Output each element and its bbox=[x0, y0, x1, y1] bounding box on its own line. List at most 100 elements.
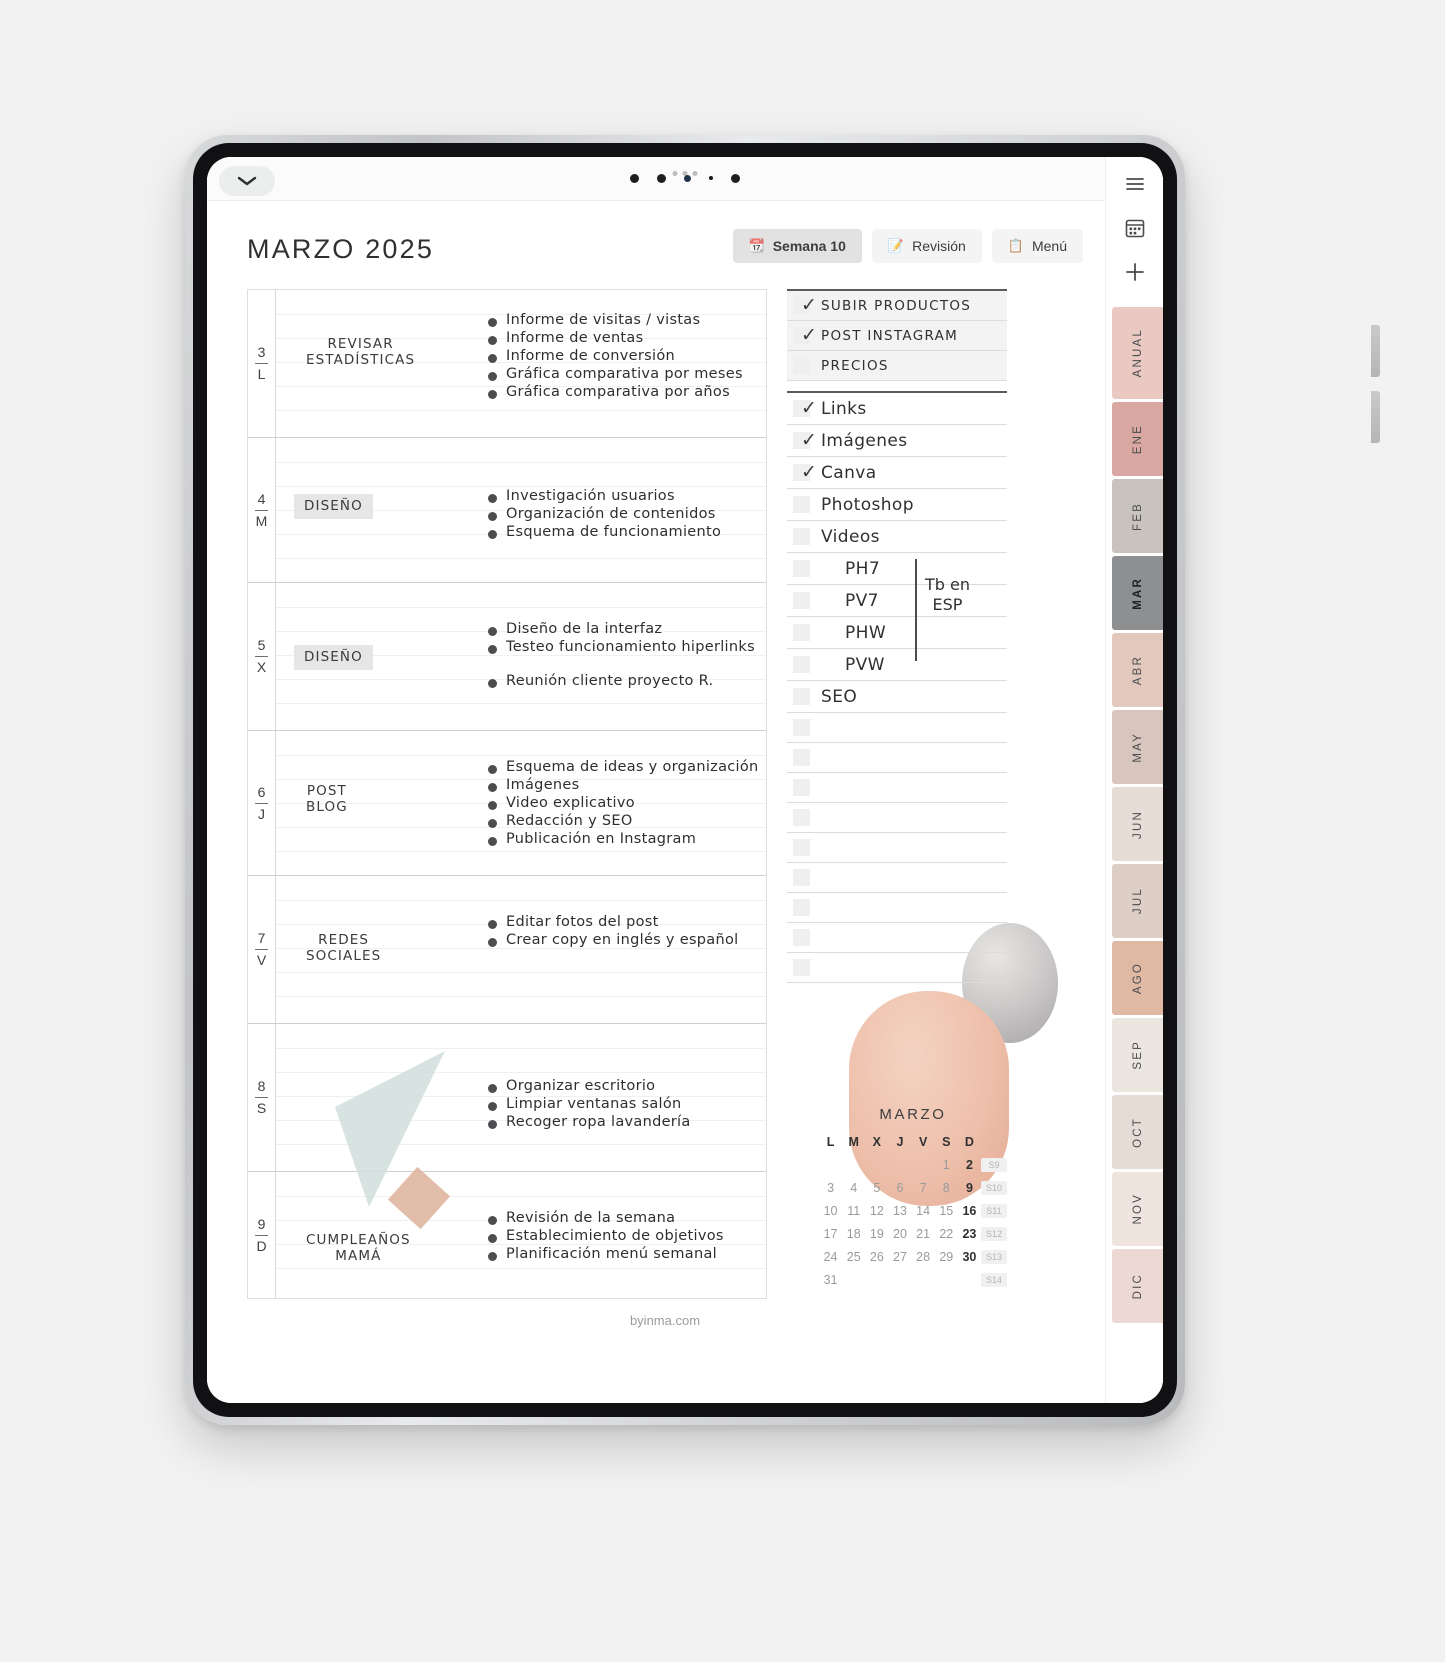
calendar-day-cell[interactable]: 21 bbox=[912, 1227, 935, 1241]
checklist-item[interactable] bbox=[787, 863, 1007, 893]
calendar-day-cell[interactable]: 25 bbox=[842, 1250, 865, 1264]
checkbox-unchecked[interactable] bbox=[793, 528, 810, 545]
month-tab-nov[interactable]: NOV bbox=[1112, 1172, 1163, 1246]
checklist-item[interactable]: ✓ Imágenes bbox=[787, 425, 1007, 457]
checklist-item[interactable] bbox=[787, 713, 1007, 743]
month-tab-feb[interactable]: FEB bbox=[1112, 479, 1163, 553]
task-item[interactable]: Informe de conversión bbox=[488, 348, 743, 364]
checklist-item[interactable]: ✓ Links bbox=[787, 393, 1007, 425]
checklist-item[interactable]: Photoshop bbox=[787, 489, 1007, 521]
calendar-week-number[interactable]: S10 bbox=[980, 1181, 1007, 1195]
calendar-day-cell[interactable]: 17 bbox=[819, 1227, 842, 1241]
task-item[interactable]: Investigación usuarios bbox=[488, 488, 721, 504]
checkbox-checked[interactable]: ✓ bbox=[793, 397, 817, 419]
tab-menu[interactable]: 📋 Menú bbox=[991, 229, 1083, 263]
planner-day-row[interactable]: 6 J POST BLOG Esquema de ideas y organizació… bbox=[248, 731, 766, 876]
planner-day-row[interactable]: 8 S Organizar escritorio Limpiar ventanas s… bbox=[248, 1024, 766, 1172]
calendar-week-number[interactable]: S14 bbox=[980, 1273, 1007, 1287]
planner-day-body[interactable]: CUMPLEAÑOS MAMÁ Revisión de la semana Estab… bbox=[276, 1172, 766, 1298]
volume-down-button[interactable] bbox=[1371, 391, 1380, 443]
checkbox-unchecked[interactable] bbox=[793, 560, 810, 577]
checklist-item[interactable]: PHW bbox=[787, 617, 1007, 649]
task-item[interactable]: Organizar escritorio bbox=[488, 1078, 691, 1094]
task-item[interactable]: Establecimiento de objetivos bbox=[488, 1228, 724, 1244]
tab-revision[interactable]: 📝 Revisión bbox=[871, 229, 982, 263]
checkbox-checked[interactable]: ✓ bbox=[793, 294, 817, 316]
checklist-item[interactable] bbox=[787, 953, 1007, 983]
task-item[interactable]: Esquema de funcionamiento bbox=[488, 524, 721, 540]
task-item[interactable]: Testeo funcionamiento hiperlinks bbox=[488, 639, 755, 655]
checklist-item[interactable]: PRECIOS bbox=[787, 351, 1007, 381]
task-item[interactable]: Planificación menú semanal bbox=[488, 1246, 724, 1262]
checkbox-unchecked[interactable] bbox=[793, 869, 810, 886]
task-item[interactable]: Gráfica comparativa por años bbox=[488, 384, 743, 400]
checklist-item[interactable] bbox=[787, 833, 1007, 863]
calendar-day-cell[interactable]: 14 bbox=[912, 1204, 935, 1218]
task-item[interactable]: Informe de ventas bbox=[488, 330, 743, 346]
calendar-day-cell[interactable]: 12 bbox=[865, 1204, 888, 1218]
task-item[interactable]: Organización de contenidos bbox=[488, 506, 721, 522]
calendar-day-cell[interactable]: 11 bbox=[842, 1204, 865, 1218]
month-tab-sep[interactable]: SEP bbox=[1112, 1018, 1163, 1092]
month-tab-may[interactable]: MAY bbox=[1112, 710, 1163, 784]
calendar-day-cell[interactable]: 19 bbox=[865, 1227, 888, 1241]
planner-day-body[interactable]: REVISAR ESTADÍSTICAS Informe de visitas / … bbox=[276, 290, 766, 437]
calendar-day-cell[interactable]: 28 bbox=[912, 1250, 935, 1264]
checklist-item[interactable] bbox=[787, 773, 1007, 803]
calendar-week-number[interactable]: S13 bbox=[980, 1250, 1007, 1264]
calendar-day-cell[interactable]: 30 bbox=[958, 1250, 981, 1264]
calendar-day-cell[interactable]: 24 bbox=[819, 1250, 842, 1264]
month-tab-ago[interactable]: AGO bbox=[1112, 941, 1163, 1015]
checklist-item[interactable] bbox=[787, 893, 1007, 923]
checkbox-unchecked[interactable] bbox=[793, 656, 810, 673]
calendar-day-cell[interactable]: 13 bbox=[888, 1204, 911, 1218]
month-tab-dic[interactable]: DIC bbox=[1112, 1249, 1163, 1323]
task-item[interactable]: Recoger ropa lavandería bbox=[488, 1114, 691, 1130]
checklist-item[interactable]: PH7 bbox=[787, 553, 1007, 585]
checkbox-unchecked[interactable] bbox=[793, 899, 810, 916]
task-item[interactable]: Publicación en Instagram bbox=[488, 831, 759, 847]
planner-day-row[interactable]: 5 X DISEÑO Diseño de la interfaz Testeo func… bbox=[248, 583, 766, 731]
checklist-item[interactable] bbox=[787, 923, 1007, 953]
checkbox-unchecked[interactable] bbox=[793, 624, 810, 641]
calendar-day-cell[interactable]: 15 bbox=[935, 1204, 958, 1218]
calendar-day-cell[interactable]: 31 bbox=[819, 1273, 842, 1287]
checklist-item[interactable]: ✓ POST INSTAGRAM bbox=[787, 321, 1007, 351]
planner-day-row[interactable]: 3 L REVISAR ESTADÍSTICAS Informe de visitas … bbox=[248, 290, 766, 438]
planner-day-body[interactable]: DISEÑO Diseño de la interfaz Testeo funcio… bbox=[276, 583, 766, 730]
checkbox-unchecked[interactable] bbox=[793, 809, 810, 826]
task-item[interactable]: Limpiar ventanas salón bbox=[488, 1096, 691, 1112]
task-item[interactable]: Imágenes bbox=[488, 777, 759, 793]
task-item[interactable]: Informe de visitas / vistas bbox=[488, 312, 743, 328]
checkbox-unchecked[interactable] bbox=[793, 496, 810, 513]
calendar-day-cell[interactable]: 20 bbox=[888, 1227, 911, 1241]
calendar-day-cell[interactable]: 10 bbox=[819, 1204, 842, 1218]
calendar-week-number[interactable]: S11 bbox=[980, 1204, 1007, 1218]
month-tab-jul[interactable]: JUL bbox=[1112, 864, 1163, 938]
month-tab-jun[interactable]: JUN bbox=[1112, 787, 1163, 861]
checkbox-unchecked[interactable] bbox=[793, 749, 810, 766]
calendar-day-cell[interactable]: 7 bbox=[912, 1181, 935, 1195]
checkbox-unchecked[interactable] bbox=[793, 929, 810, 946]
calendar-day-cell[interactable]: 3 bbox=[819, 1181, 842, 1195]
task-item[interactable]: Esquema de ideas y organización bbox=[488, 759, 759, 775]
calendar-day-cell[interactable]: 2 bbox=[958, 1158, 981, 1172]
checkbox-unchecked[interactable] bbox=[793, 839, 810, 856]
calendar-day-cell[interactable]: 23 bbox=[958, 1227, 981, 1241]
checkbox-checked[interactable]: ✓ bbox=[793, 324, 817, 346]
calendar-week-number[interactable]: S9 bbox=[980, 1158, 1007, 1172]
calendar-week-number[interactable]: S12 bbox=[980, 1227, 1007, 1241]
checkbox-unchecked[interactable] bbox=[793, 592, 810, 609]
checkbox-unchecked[interactable] bbox=[793, 688, 810, 705]
task-item[interactable]: Editar fotos del post bbox=[488, 914, 738, 930]
calendar-day-cell[interactable]: 5 bbox=[865, 1181, 888, 1195]
volume-up-button[interactable] bbox=[1371, 325, 1380, 377]
checkbox-unchecked[interactable] bbox=[793, 959, 810, 976]
calendar-day-cell[interactable]: 22 bbox=[935, 1227, 958, 1241]
calendar-day-cell[interactable]: 27 bbox=[888, 1250, 911, 1264]
month-tab-ene[interactable]: ENE bbox=[1112, 402, 1163, 476]
checkbox-unchecked[interactable] bbox=[793, 357, 810, 374]
calendar-day-cell[interactable]: 4 bbox=[842, 1181, 865, 1195]
checkbox-unchecked[interactable] bbox=[793, 719, 810, 736]
month-tab-anual[interactable]: ANUAL bbox=[1112, 307, 1163, 399]
